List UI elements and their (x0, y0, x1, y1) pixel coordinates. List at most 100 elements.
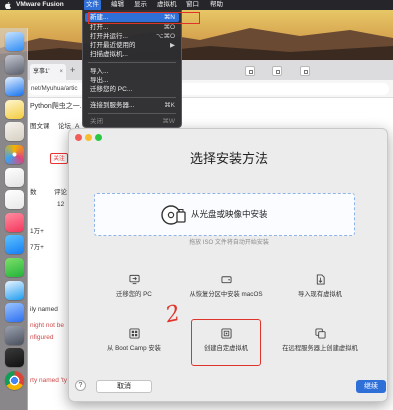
new-tab-button[interactable]: + (70, 65, 75, 75)
baidu-netdisk-icon[interactable] (4, 303, 24, 323)
option-label: 迁移您的 PC (116, 291, 152, 298)
square-icon (303, 69, 308, 74)
menu-item-label: 关闭 (90, 117, 103, 125)
chrome-icon[interactable] (4, 371, 24, 390)
boot-camp-icon (128, 328, 140, 339)
menu-item-shortcut: ⌘K (164, 101, 175, 109)
dialog-title: 选择安装方法 (189, 151, 268, 166)
menu-item-connect-server[interactable]: 连接到服务器... ⌘K (85, 101, 179, 110)
dock-app-icon[interactable] (4, 325, 24, 345)
terminal-icon[interactable] (4, 348, 24, 368)
option-remote-server-vm[interactable]: 在远程服务器上创建虚拟机 (272, 328, 368, 358)
remote-server-icon (314, 328, 326, 339)
option-macos-recovery[interactable]: 从恢复分区中安装 macOS (178, 274, 274, 304)
menu-help[interactable]: 帮助 (208, 0, 225, 10)
calendar-icon[interactable] (4, 190, 24, 210)
tab-title: 享事1' (33, 69, 50, 75)
menu-item-migrate-pc[interactable]: 迁移您的 PC... (85, 85, 179, 94)
stat-label: 数 (30, 189, 37, 196)
annotation-highlight-box-new (88, 12, 200, 24)
dock (0, 28, 28, 410)
menu-item-label: 连接到服务器... (90, 101, 135, 109)
option-import-vm[interactable]: 导入现有虚拟机 (272, 274, 368, 304)
browser-toolbar-button[interactable] (245, 66, 255, 76)
dock-app-icon[interactable] (4, 122, 24, 142)
menu-item-close: 关闭 ⌘W (85, 117, 179, 126)
menu-view[interactable]: 显示 (132, 0, 149, 10)
browser-toolbar-button[interactable] (272, 66, 282, 76)
option-label: 导入现有虚拟机 (297, 291, 343, 298)
notes-icon[interactable] (4, 99, 24, 119)
finder-icon[interactable] (4, 32, 24, 51)
menu-item-label: 迁移您的 PC... (90, 85, 133, 93)
handwritten-annotation: 2 (163, 300, 183, 329)
zoom-window-button[interactable] (95, 134, 102, 141)
menu-edit[interactable]: 编辑 (109, 0, 126, 10)
disc-install-label: 从光盘或映像中安装 (191, 209, 268, 219)
menu-item-shortcut: ⌘W (162, 117, 175, 125)
menu-virtual-machine[interactable]: 虚拟机 (155, 0, 179, 10)
option-label: 在远程服务器上创建虚拟机 (282, 345, 358, 352)
menu-item-export[interactable]: 导出... (85, 76, 179, 85)
option-boot-camp[interactable]: 从 Boot Camp 安装 (86, 328, 182, 358)
menu-item-scan-vms[interactable]: 扫描虚拟机... (85, 50, 179, 59)
launchpad-icon[interactable] (4, 54, 24, 74)
nav-link[interactable]: 图文课 (30, 123, 50, 131)
menu-item-label: 导入... (90, 67, 109, 75)
menu-item-label: 扫描虚拟机... (90, 50, 128, 58)
close-window-button[interactable] (75, 134, 82, 141)
menu-separator (88, 62, 176, 63)
menu-item-open-recent[interactable]: 打开最近使用的 ▶ (85, 41, 179, 50)
submenu-arrow-icon: ▶ (170, 41, 175, 49)
article-text: rty named 'ty (30, 377, 68, 384)
menu-item-shortcut: ⌥⌘O (155, 32, 175, 40)
option-label: 从 Boot Camp 安装 (107, 345, 161, 352)
qq-icon[interactable] (4, 280, 24, 300)
page-title: Python爬虫之一... (30, 103, 86, 110)
menu-item-open-and-run[interactable]: 打开并运行... ⌥⌘O (85, 32, 179, 41)
hard-drive-icon (220, 276, 232, 284)
apple-icon[interactable] (5, 1, 11, 9)
install-method-dialog: 选择安装方法 从光盘或映像中安装 拖放 ISO 文件将自动开始安装 迁移您的 P… (68, 128, 388, 402)
photos-icon[interactable] (4, 145, 24, 164)
square-icon (248, 69, 253, 74)
continue-button[interactable]: 继续 (356, 380, 386, 393)
menu-separator (88, 97, 176, 98)
menu-separator (88, 113, 176, 114)
import-file-icon (316, 274, 325, 285)
menu-item-label: 导出... (90, 76, 109, 84)
music-icon[interactable] (4, 212, 24, 232)
option-migrate-pc[interactable]: 迁移您的 PC (86, 274, 182, 304)
article-text: ily named (30, 306, 58, 313)
menu-item-label: 打开并运行... (90, 32, 128, 40)
menu-item-label: 打开最近使用的 (90, 41, 136, 49)
menu-item-import[interactable]: 导入... (85, 67, 179, 76)
menu-file[interactable]: 文件 (84, 0, 101, 10)
menu-item-label: 打开... (90, 23, 109, 31)
follow-button[interactable]: 关注 (50, 153, 68, 164)
app-store-icon[interactable] (4, 235, 24, 255)
wechat-icon[interactable] (4, 258, 24, 277)
disc-image-install-area[interactable]: 从光盘或映像中安装 (94, 193, 355, 236)
article-text: nfigured (30, 334, 54, 341)
stat-label: 评论 (54, 189, 67, 196)
safari-icon[interactable] (4, 77, 24, 97)
app-menu[interactable]: VMware Fusion (14, 0, 66, 10)
browser-toolbar-button[interactable] (300, 66, 310, 76)
drop-hint-text: 拖放 ISO 文件将自动开始安装 (189, 240, 269, 246)
disc-icon (161, 205, 186, 225)
annotation-highlight-box (191, 319, 261, 366)
minimize-window-button[interactable] (85, 134, 92, 141)
tab-close-icon[interactable]: × (59, 64, 63, 80)
square-icon (275, 69, 280, 74)
help-button[interactable]: ? (75, 380, 86, 391)
menu-window[interactable]: 窗口 (184, 0, 201, 10)
cancel-button[interactable]: 取消 (96, 380, 152, 393)
stat-value: 7万+ (30, 244, 44, 251)
article-text: night not be (30, 322, 64, 329)
reminders-icon[interactable] (4, 167, 24, 187)
migrate-pc-icon (128, 274, 140, 285)
file-menu-dropdown: 新建... ⌘N 打开... ⌘O 打开并运行... ⌥⌘O 打开最近使用的 ▶ 扫描虚… (82, 10, 182, 128)
stat-value: 12 (57, 201, 65, 208)
browser-tab[interactable]: 享事1' × (30, 64, 66, 80)
